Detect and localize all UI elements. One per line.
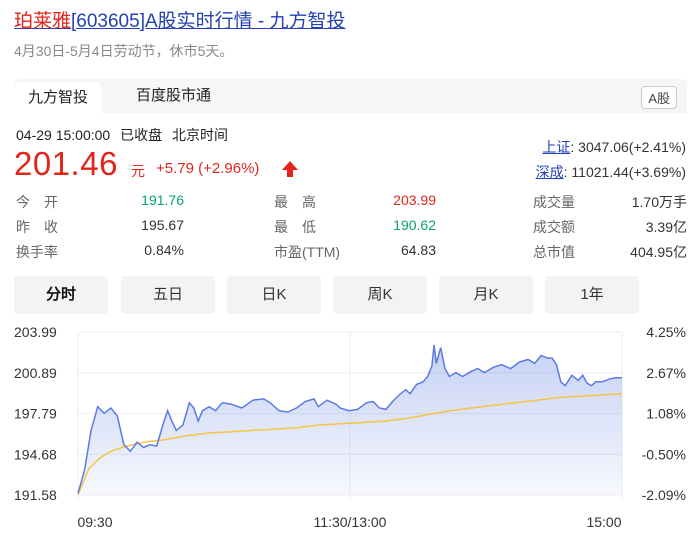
- tab-weekly-k[interactable]: 周K: [333, 276, 427, 314]
- tab-five-day[interactable]: 五日: [121, 276, 215, 314]
- tab-intraday[interactable]: 分时: [14, 276, 108, 314]
- y-tick-left: 191.58: [14, 487, 57, 503]
- stat-market-cap: 总市值 404.95亿: [533, 242, 687, 262]
- index-shenzhen-value: : 11021.44(+3.69%): [563, 164, 686, 180]
- stat-high-value: 203.99: [393, 192, 436, 208]
- stat-volume: 成交量 1.70万手: [533, 192, 687, 212]
- current-price: 201.46: [14, 145, 118, 182]
- source-tabs: 九方智投 百度股市通 A股: [14, 79, 687, 113]
- stat-high: 最 高 203.99: [274, 192, 436, 212]
- stat-volume-value: 1.70万手: [631, 194, 687, 210]
- index-shanghai: 上证: 3047.06(+2.41%): [542, 137, 686, 157]
- stat-low-label: 最 低: [274, 219, 316, 235]
- stat-prev-close: 昨 收 195.67: [16, 217, 184, 237]
- tab-baidu[interactable]: 百度股市通: [122, 79, 225, 113]
- stat-turnover-amount-label: 成交额: [533, 219, 575, 235]
- market-badge: A股: [641, 86, 677, 109]
- holiday-notice: 4月30日-5月4日劳动节，休市5天。: [14, 43, 234, 59]
- stat-high-label: 最 高: [274, 194, 316, 210]
- period-tabs: 分时 五日 日K 周K 月K 1年: [14, 276, 687, 314]
- stat-pe-value: 64.83: [400, 242, 436, 258]
- y-axis-left: 203.99 200.89 197.79 194.68 191.58: [14, 324, 57, 503]
- stat-turnover-rate-label: 换手率: [16, 244, 58, 260]
- stat-low-value: 190.62: [393, 217, 436, 233]
- intraday-chart[interactable]: 203.99 200.89 197.79 194.68 191.58 4.25% 2.67…: [0, 318, 700, 538]
- stat-turnover-rate: 换手率 0.84%: [16, 242, 184, 262]
- title-link[interactable]: [603605]A股实时行情 - 九方智投: [71, 11, 346, 32]
- stat-prev-close-label: 昨 收: [16, 219, 58, 235]
- y-tick-left: 200.89: [14, 365, 57, 381]
- y-tick-left: 197.79: [14, 406, 57, 422]
- tab-daily-k[interactable]: 日K: [227, 276, 321, 314]
- index-shenzhen: 深成: 11021.44(+3.69%): [536, 162, 686, 182]
- x-tick: 11:30/13:00: [314, 514, 387, 530]
- price-unit: 元: [131, 163, 145, 179]
- stat-prev-close-value: 195.67: [141, 217, 184, 233]
- page-title[interactable]: 珀莱雅[603605]A股实时行情 - 九方智投: [14, 6, 346, 33]
- quote-status: 已收盘: [120, 127, 163, 143]
- price-change: +5.79 (+2.96%): [156, 160, 260, 177]
- y-tick-left: 194.68: [14, 446, 57, 462]
- y-tick-right: -0.50%: [642, 446, 686, 462]
- stat-volume-label: 成交量: [533, 194, 575, 210]
- index-shanghai-link[interactable]: 上证: [542, 139, 570, 155]
- stat-open-label: 今 开: [16, 194, 58, 210]
- stat-turnover-amount: 成交额 3.39亿: [533, 217, 687, 237]
- stat-turnover-rate-value: 0.84%: [144, 242, 184, 258]
- stat-market-cap-value: 404.95亿: [630, 244, 687, 260]
- y-tick-right: 2.67%: [646, 365, 686, 381]
- stat-market-cap-label: 总市值: [533, 244, 575, 260]
- x-axis: 09:30 11:30/13:00 15:00: [77, 514, 621, 530]
- quote-meta: 04-29 15:00:00 已收盘 北京时间: [16, 125, 228, 145]
- y-tick-right: 1.08%: [646, 406, 686, 422]
- stat-turnover-amount-value: 3.39亿: [645, 219, 687, 235]
- x-tick: 15:00: [586, 514, 621, 530]
- stat-open: 今 开 191.76: [16, 192, 184, 212]
- up-arrow-icon: [282, 161, 298, 177]
- y-tick-right: -2.09%: [642, 487, 686, 503]
- quote-datetime: 04-29 15:00:00: [16, 127, 111, 143]
- index-shenzhen-link[interactable]: 深成: [536, 164, 564, 180]
- stat-pe-label: 市盈(TTM): [274, 244, 341, 260]
- tab-monthly-k[interactable]: 月K: [439, 276, 533, 314]
- tab-jiufang[interactable]: 九方智投: [14, 82, 103, 113]
- index-shanghai-value: : 3047.06(+2.41%): [570, 139, 686, 155]
- y-axis-right: 4.25% 2.67% 1.08% -0.50% -2.09%: [642, 324, 686, 503]
- x-tick: 09:30: [77, 514, 112, 530]
- stat-low: 最 低 190.62: [274, 217, 436, 237]
- stat-open-value: 191.76: [141, 192, 184, 208]
- y-tick-left: 203.99: [14, 324, 57, 340]
- stat-pe: 市盈(TTM) 64.83: [274, 242, 436, 262]
- tab-one-year[interactable]: 1年: [545, 276, 639, 314]
- stock-name-link[interactable]: 珀莱雅: [14, 11, 71, 32]
- quote-timezone: 北京时间: [171, 127, 228, 143]
- y-tick-right: 4.25%: [646, 324, 686, 340]
